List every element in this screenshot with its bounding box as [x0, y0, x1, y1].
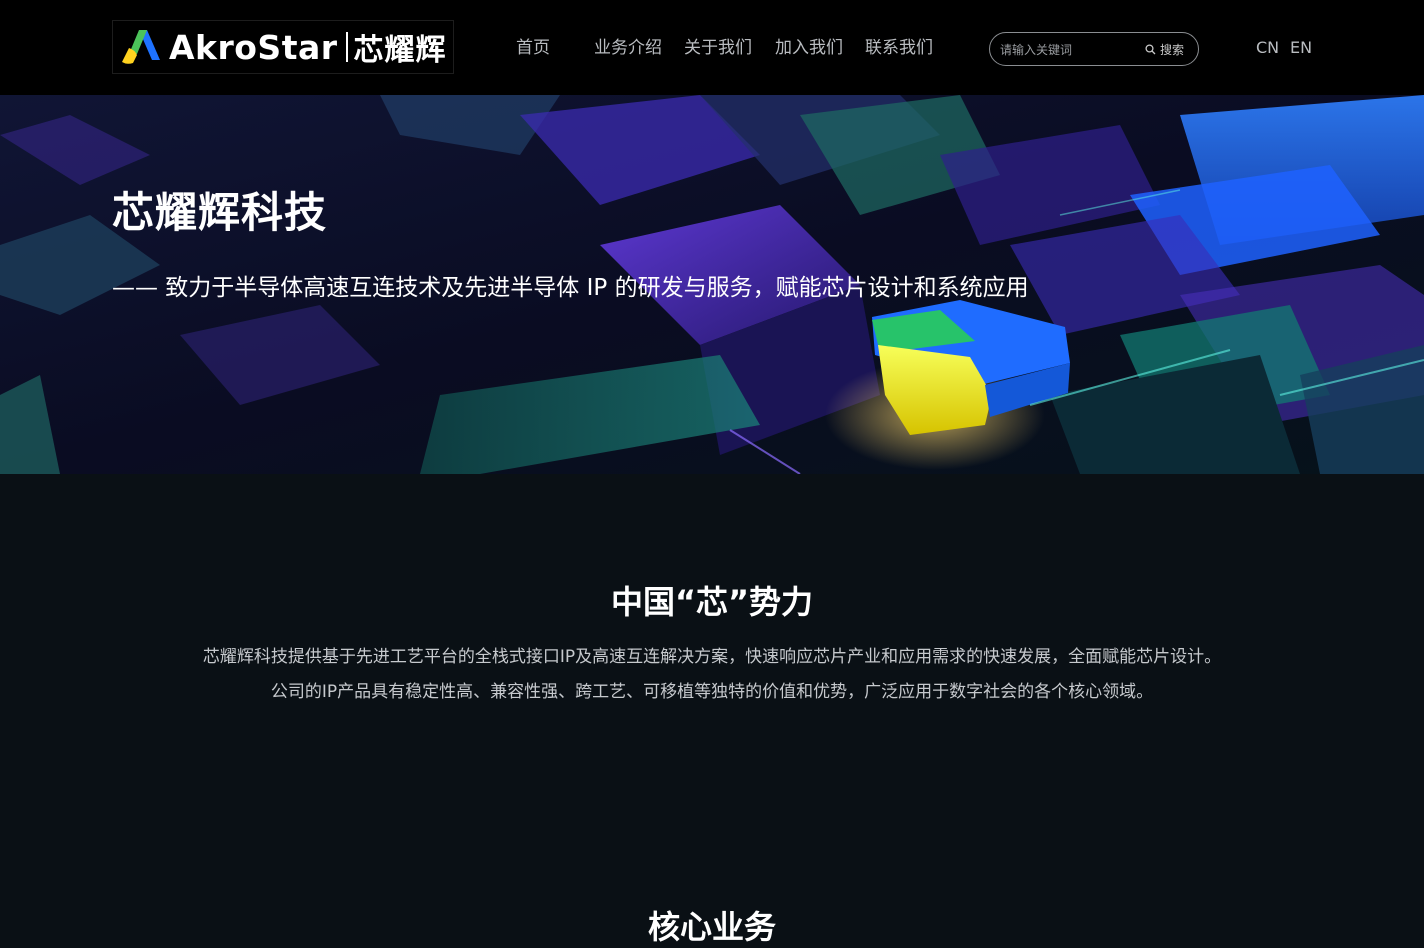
nav-item-home[interactable]: 首页 [516, 34, 550, 62]
hero-subtitle: —— 致力于半导体高速互连技术及先进半导体 IP 的研发与服务，赋能芯片设计和系… [112, 275, 1029, 301]
search-button[interactable]: 搜索 [1145, 41, 1184, 58]
lang-en[interactable]: EN [1290, 38, 1312, 57]
nav-item-about[interactable]: 关于我们 [684, 34, 752, 62]
core-business-title: 核心业务 [647, 908, 776, 946]
nav-item-join[interactable]: 加入我们 [775, 34, 843, 62]
search-icon [1145, 44, 1156, 55]
nav-item-business[interactable]: 业务介绍 [594, 34, 662, 62]
hero-banner: 芯耀辉科技 —— 致力于半导体高速互连技术及先进半导体 IP 的研发与服务，赋能… [0, 95, 1424, 474]
intro-line-2: 公司的IP产品具有稳定性高、兼容性强、跨工艺、可移植等独特的价值和优势，广泛应用… [270, 682, 1154, 702]
nav-item-contact[interactable]: 联系我们 [865, 34, 933, 62]
site-header: AkroStar 芯耀辉 首页 业务介绍 关于我们 加入我们 联系我们 搜索 C… [0, 0, 1424, 95]
search-box: 搜索 [989, 32, 1199, 66]
lang-cn[interactable]: CN [1256, 38, 1279, 57]
intro-line-1: 芯耀辉科技提供基于先进工艺平台的全栈式接口IP及高速互连解决方案，快速响应芯片产… [202, 647, 1222, 667]
search-button-label: 搜索 [1159, 43, 1184, 57]
hero-title: 芯耀辉科技 [112, 188, 328, 237]
main-nav: 首页 业务介绍 关于我们 加入我们 联系我们 [0, 34, 1424, 62]
intro-title: 中国“芯”势力 [610, 583, 814, 621]
search-input[interactable] [1000, 39, 1140, 61]
